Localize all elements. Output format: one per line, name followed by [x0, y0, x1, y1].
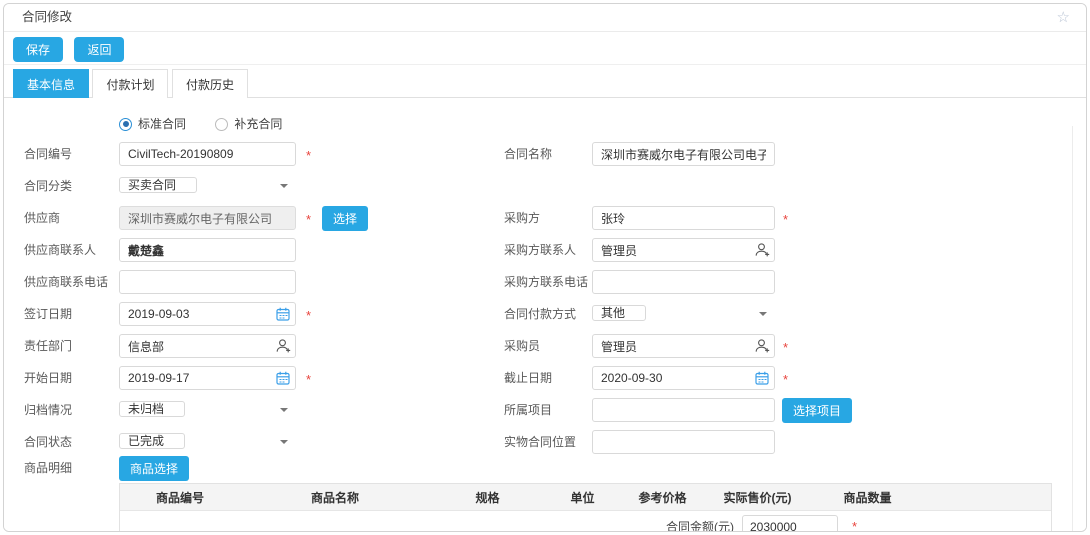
start-date-input[interactable] — [119, 366, 296, 390]
favorite-star-icon[interactable]: ☆ — [1057, 4, 1070, 31]
project-label: 所属项目 — [504, 398, 552, 422]
add-user-icon[interactable] — [754, 338, 770, 354]
goods-detail-label: 商品明细 — [24, 456, 72, 480]
required-mark: * — [306, 304, 311, 328]
contract-type-value: 买卖合同 — [119, 177, 197, 193]
buyer-input[interactable] — [592, 334, 775, 358]
required-mark: * — [852, 519, 857, 532]
contract-status-select[interactable]: 已完成 — [119, 430, 296, 454]
col-goods-name: 商品名称 — [240, 489, 430, 506]
chevron-down-icon — [759, 312, 767, 316]
required-mark: * — [306, 368, 311, 392]
col-actual-price: 实际售价(元) — [705, 489, 810, 506]
contract-name-input[interactable] — [592, 142, 775, 166]
page-title: 合同修改 — [22, 10, 72, 24]
radio-selected-icon — [119, 118, 132, 131]
project-input[interactable] — [592, 398, 775, 422]
supplier-label: 供应商 — [24, 206, 60, 230]
tab-payment-history[interactable]: 付款历史 — [172, 69, 248, 99]
radio-standard-contract[interactable]: 标准合同 — [119, 112, 186, 136]
required-mark: * — [306, 208, 311, 232]
supplier-select-button[interactable]: 选择 — [322, 206, 368, 231]
purchaser-input[interactable] — [592, 206, 775, 230]
basic-info-form: 标准合同 补充合同 合同编号 * 合同名称 合同分类 买卖合同 供应商 — [4, 98, 1086, 532]
goods-table-header: 商品编号 商品名称 规格 单位 参考价格 实际售价(元) 商品数量 — [120, 484, 1051, 511]
contract-status-value: 已完成 — [119, 433, 185, 449]
payment-method-value: 其他 — [592, 305, 646, 321]
col-ref-price: 参考价格 — [620, 489, 705, 506]
calendar-icon[interactable] — [275, 306, 291, 322]
save-button[interactable]: 保存 — [13, 37, 63, 62]
sign-date-input[interactable] — [119, 302, 296, 326]
back-button[interactable]: 返回 — [74, 37, 124, 62]
required-mark: * — [306, 144, 311, 168]
archive-status-value: 未归档 — [119, 401, 185, 417]
chevron-down-icon — [280, 184, 288, 188]
chevron-down-icon — [280, 440, 288, 444]
contract-amount-row: 合同金额(元) * — [120, 511, 1051, 532]
payment-method-select[interactable]: 其他 — [592, 302, 775, 326]
payment-method-label: 合同付款方式 — [504, 302, 576, 326]
panel-header: 合同修改 ☆ — [4, 4, 1086, 32]
required-mark: * — [783, 336, 788, 360]
purchaser-label: 采购方 — [504, 206, 540, 230]
purchaser-contact-label: 采购方联系人 — [504, 238, 576, 262]
toolbar: 保存 返回 — [4, 32, 1086, 65]
calendar-icon[interactable] — [754, 370, 770, 386]
radio-supplement-label: 补充合同 — [234, 112, 282, 136]
col-spec: 规格 — [430, 489, 545, 506]
dept-input[interactable] — [119, 334, 296, 358]
required-mark: * — [783, 208, 788, 232]
scrollbar-track[interactable] — [1072, 126, 1073, 532]
archive-status-select[interactable]: 未归档 — [119, 398, 296, 422]
dept-label: 责任部门 — [24, 334, 72, 358]
goods-select-button[interactable]: 商品选择 — [119, 456, 189, 481]
col-quantity: 商品数量 — [810, 489, 925, 506]
purchaser-phone-input[interactable] — [592, 270, 775, 294]
radio-standard-label: 标准合同 — [138, 112, 186, 136]
supplier-contact-label: 供应商联系人 — [24, 238, 96, 262]
purchaser-phone-label: 采购方联系电话 — [504, 270, 588, 294]
location-input[interactable] — [592, 430, 775, 454]
contract-type-label: 合同分类 — [24, 174, 72, 198]
col-unit: 单位 — [545, 489, 620, 506]
archive-status-label: 归档情况 — [24, 398, 72, 422]
add-user-icon[interactable] — [754, 242, 770, 258]
contract-no-label: 合同编号 — [24, 142, 72, 166]
buyer-label: 采购员 — [504, 334, 540, 358]
supplier-input — [119, 206, 296, 230]
start-date-label: 开始日期 — [24, 366, 72, 390]
end-date-label: 截止日期 — [504, 366, 552, 390]
supplier-contact-input[interactable] — [119, 238, 296, 262]
contract-name-label: 合同名称 — [504, 142, 552, 166]
goods-table: 商品编号 商品名称 规格 单位 参考价格 实际售价(元) 商品数量 合同金额(元… — [119, 483, 1052, 532]
col-goods-no: 商品编号 — [120, 489, 240, 506]
supplier-phone-label: 供应商联系电话 — [24, 270, 108, 294]
tab-basic-info[interactable]: 基本信息 — [13, 69, 89, 99]
chevron-down-icon — [280, 408, 288, 412]
radio-supplement-contract[interactable]: 补充合同 — [215, 112, 282, 136]
location-label: 实物合同位置 — [504, 430, 576, 454]
calendar-icon[interactable] — [275, 370, 291, 386]
end-date-input[interactable] — [592, 366, 775, 390]
contract-amount-label: 合同金额(元) — [666, 518, 734, 532]
sign-date-label: 签订日期 — [24, 302, 72, 326]
contract-edit-panel: 合同修改 ☆ 保存 返回 基本信息 付款计划 付款历史 标准合同 补充合同 合同… — [3, 3, 1087, 532]
contract-type-select[interactable]: 买卖合同 — [119, 174, 296, 198]
required-mark: * — [783, 368, 788, 392]
contract-kind-radio-group: 标准合同 补充合同 — [119, 112, 1086, 136]
purchaser-contact-input[interactable] — [592, 238, 775, 262]
select-project-button[interactable]: 选择项目 — [782, 398, 852, 423]
tab-bar: 基本信息 付款计划 付款历史 — [4, 65, 1086, 98]
tab-payment-plan[interactable]: 付款计划 — [92, 69, 168, 99]
contract-amount-input[interactable] — [742, 515, 838, 532]
contract-status-label: 合同状态 — [24, 430, 72, 454]
contract-no-input[interactable] — [119, 142, 296, 166]
add-user-icon[interactable] — [275, 338, 291, 354]
radio-unselected-icon — [215, 118, 228, 131]
supplier-phone-input[interactable] — [119, 270, 296, 294]
